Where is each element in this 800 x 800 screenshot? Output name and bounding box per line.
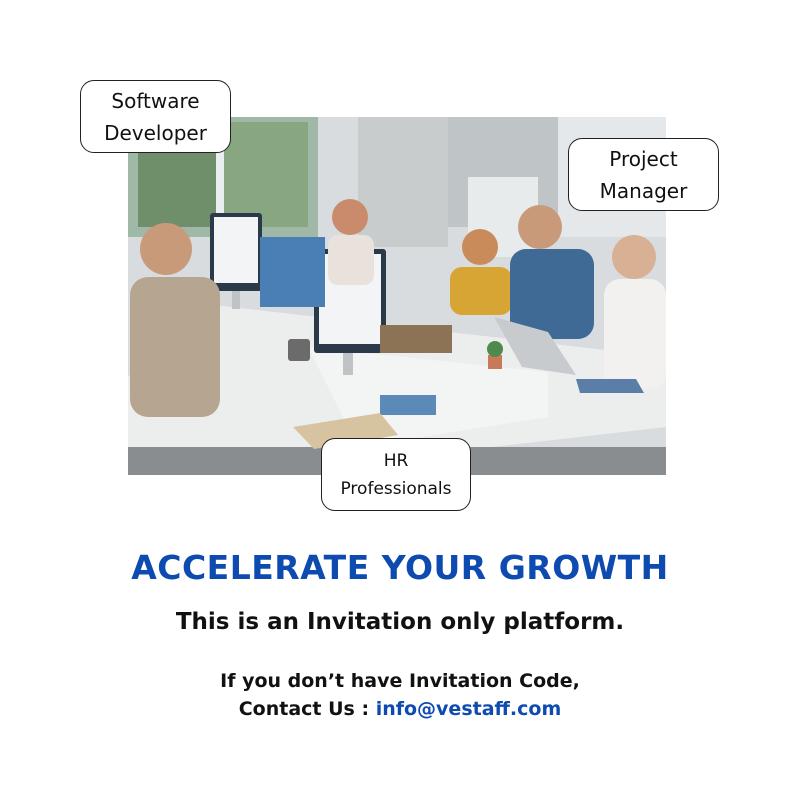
contact-line: Contact Us : info@vestaff.com: [0, 698, 800, 720]
software-developer-line-1: Software: [111, 88, 200, 113]
project-manager-badge: Project Manager: [568, 138, 719, 211]
hr-professionals-line-1: HR: [383, 450, 409, 471]
hr-professionals-line-2: Professionals: [340, 478, 452, 499]
invitation-code-text: If you don’t have Invitation Code,: [220, 670, 580, 692]
subheadline: This is an Invitation only platform.: [175, 609, 625, 635]
project-manager-line-2: Manager: [599, 178, 688, 203]
software-developer-line-2: Developer: [104, 120, 207, 145]
project-manager-line-1: Project: [609, 146, 678, 171]
contact-prefix: Contact Us :: [238, 698, 376, 720]
hr-professionals-badge: HR Professionals: [321, 438, 471, 511]
software-developer-badge: Software Developer: [80, 80, 231, 153]
headline: ACCELERATE YOUR GROWTH: [131, 548, 669, 587]
email-link[interactable]: info@vestaff.com: [376, 698, 562, 720]
